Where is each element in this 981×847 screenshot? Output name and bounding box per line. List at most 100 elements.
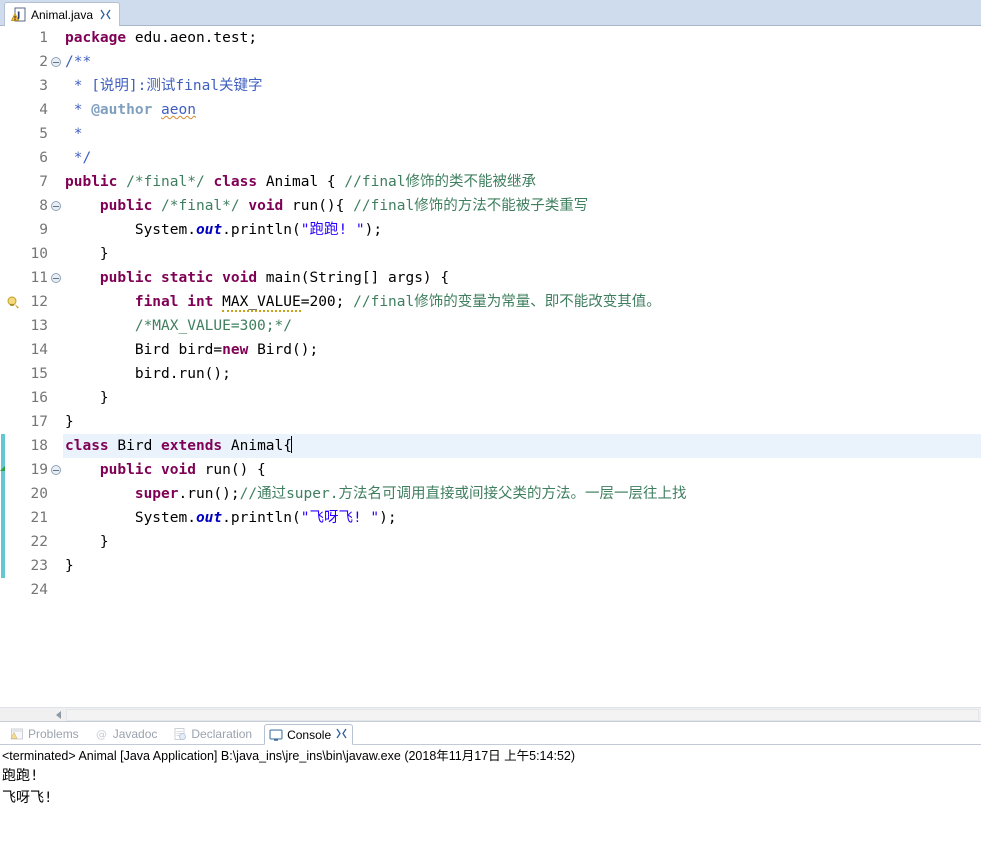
line-number: 2: [39, 54, 48, 70]
text-caret: [291, 436, 292, 453]
code-token: .run();: [178, 486, 240, 502]
code-token: /**: [65, 54, 92, 70]
code-token: MAX_VALUE: [222, 294, 301, 312]
console-output-line: 跑跑!: [2, 768, 39, 784]
code-line[interactable]: final int MAX_VALUE=200; //final修饰的变量为常量…: [65, 290, 981, 314]
code-line[interactable]: public void run() {: [65, 458, 981, 482]
code-token: .println(: [222, 222, 301, 238]
code-line[interactable]: bird.run();: [65, 362, 981, 386]
line-number: 9: [39, 222, 48, 238]
code-token: =200;: [300, 294, 354, 310]
view-tab-label: Console: [287, 727, 332, 742]
code-line[interactable]: }: [65, 530, 981, 554]
code-token: */: [65, 150, 92, 166]
code-token: out: [195, 510, 223, 526]
code-token: System.: [65, 222, 196, 238]
code-token: }: [65, 414, 74, 430]
code-line[interactable]: public /*final*/ void run(){ //final修饰的方…: [65, 194, 981, 218]
editor-tab-animal-java[interactable]: J Animal.java: [4, 2, 121, 26]
close-icon[interactable]: [336, 728, 347, 742]
code-line[interactable]: }: [65, 242, 981, 266]
code-line[interactable]: public /*final*/ class Animal { //final修…: [65, 170, 981, 194]
code-editor-area[interactable]: 1 2 3 4 5 6 7 8 9 10 11 12 13 14 15 16 17 18 19 20 21 22 23 24 …: [0, 26, 981, 722]
close-icon[interactable]: [100, 9, 111, 20]
code-token: Bird bird=: [65, 342, 223, 358]
line-number: 8: [39, 198, 48, 214]
code-line[interactable]: /**: [65, 50, 981, 74]
view-tab-console[interactable]: Console: [264, 724, 354, 745]
fold-collapse-icon[interactable]: [51, 57, 61, 67]
code-token: public: [99, 198, 153, 214]
code-line[interactable]: *: [65, 122, 981, 146]
code-line[interactable]: Bird bird=new Bird();: [65, 338, 981, 362]
code-token: //通过super.方法名可调用直接或间接父类的方法。一层一层往上找: [239, 486, 687, 502]
code-token: out: [195, 222, 223, 238]
annotation-gutter[interactable]: [5, 26, 21, 707]
folding-ruler[interactable]: [49, 26, 63, 707]
line-number: 23: [30, 558, 48, 574]
code-line[interactable]: }: [65, 554, 981, 578]
code-line[interactable]: public static void main(String[] args) {: [65, 266, 981, 290]
code-line[interactable]: [65, 578, 981, 602]
code-token: public static void: [99, 270, 258, 286]
warning-bulb-icon[interactable]: [7, 296, 20, 309]
console-output: 跑跑! 飞呀飞!: [2, 765, 981, 809]
line-number: 4: [39, 102, 48, 118]
line-number: 22: [30, 534, 48, 550]
code-token: public void: [99, 462, 196, 478]
view-tab-problems[interactable]: Problems: [6, 723, 91, 744]
code-token: public: [65, 174, 118, 190]
code-token: run(){: [283, 198, 354, 214]
line-number: 10: [30, 246, 48, 262]
fold-collapse-icon[interactable]: [51, 201, 61, 211]
code-line[interactable]: super.run();//通过super.方法名可调用直接或间接父类的方法。一…: [65, 482, 981, 506]
code-token: }: [65, 558, 74, 574]
line-number: 19: [30, 462, 48, 478]
scroll-track[interactable]: [66, 708, 979, 721]
scroll-left-arrow-icon[interactable]: [56, 710, 61, 719]
code-line[interactable]: * @author aeon: [65, 98, 981, 122]
view-tab-declaration[interactable]: Declaration: [169, 723, 264, 744]
editor-tab-label: Animal.java: [31, 7, 94, 22]
code-token: bird.run();: [65, 366, 231, 382]
view-tab-javadoc[interactable]: @ Javadoc: [91, 723, 170, 744]
code-token: new: [222, 342, 249, 358]
code-token: extends: [161, 438, 223, 454]
line-number: 17: [30, 414, 48, 430]
svg-text:@: @: [96, 728, 107, 741]
fold-collapse-icon[interactable]: [51, 465, 61, 475]
code-token: }: [65, 246, 109, 262]
code-line[interactable]: System.out.println("跑跑! ");: [65, 218, 981, 242]
code-line[interactable]: }: [65, 386, 981, 410]
code-line[interactable]: System.out.println("飞呀飞! ");: [65, 506, 981, 530]
code-line[interactable]: /*MAX_VALUE=300;*/: [65, 314, 981, 338]
code-token: class: [65, 438, 109, 454]
code-token: "飞呀飞! ": [300, 510, 380, 526]
code-token: aeon: [161, 102, 196, 118]
java-file-warning-icon: J: [10, 7, 26, 22]
code-text[interactable]: package edu.aeon.test; /** * [说明]:测试final…: [63, 26, 981, 707]
editor-horizontal-scrollbar[interactable]: [0, 707, 981, 721]
code-token: Animal {: [257, 174, 345, 190]
code-token: "跑跑! ": [300, 222, 365, 238]
code-token: void: [248, 198, 284, 214]
code-line[interactable]: }: [65, 410, 981, 434]
code-line[interactable]: * [说明]:测试final关键字: [65, 74, 981, 98]
console-view[interactable]: <terminated> Animal [Java Application] B…: [0, 745, 981, 809]
fold-collapse-icon[interactable]: [51, 273, 61, 283]
code-line[interactable]: class Bird extends Animal{: [65, 434, 981, 458]
view-tab-label: Javadoc: [112, 726, 158, 741]
code-line[interactable]: */: [65, 146, 981, 170]
code-token: *: [65, 126, 83, 142]
code-line[interactable]: package edu.aeon.test;: [65, 26, 981, 50]
console-output-line: 飞呀飞!: [2, 790, 53, 806]
line-number: 18: [30, 438, 48, 454]
code-token: }: [65, 534, 109, 550]
code-token: Bird: [108, 438, 162, 454]
code-token: );: [364, 222, 383, 238]
